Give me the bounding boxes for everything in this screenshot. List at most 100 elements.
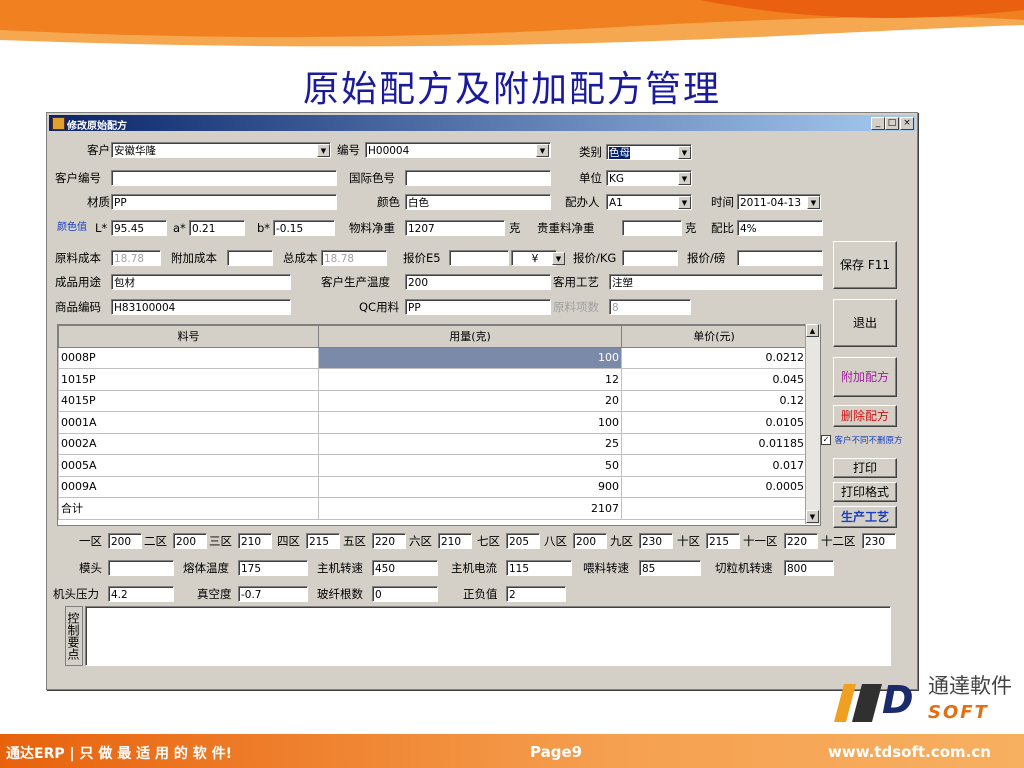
vacuum-field[interactable]: -0.7 (238, 586, 308, 602)
zone-field[interactable]: 230 (862, 533, 896, 549)
close-button[interactable]: × (900, 117, 914, 130)
feed-field[interactable]: 85 (639, 560, 701, 576)
b-field[interactable]: -0.15 (273, 220, 335, 236)
quote-lb-field[interactable] (737, 250, 823, 266)
currency-field[interactable]: ¥ (511, 250, 557, 266)
cell-amount[interactable]: 25 (318, 432, 622, 455)
cust-process-field[interactable]: 注塑 (609, 274, 823, 290)
usage-field[interactable]: 包材 (111, 274, 291, 290)
maximize-button[interactable]: □ (885, 117, 899, 130)
cell-price[interactable]: 0.045 (621, 368, 807, 391)
color-field[interactable]: 白色 (405, 194, 551, 210)
zone-field[interactable]: 200 (108, 533, 142, 549)
product-code-field[interactable]: H83100004 (111, 299, 291, 315)
table-row[interactable]: 0002A 25 0.01185 (58, 432, 807, 455)
col-header-item[interactable]: 料号 (58, 325, 319, 348)
total-cost-field[interactable]: 18.78 (321, 250, 387, 266)
cust-temp-field[interactable]: 200 (405, 274, 551, 290)
delete-formula-button[interactable]: 删除配方 (833, 405, 897, 427)
current-field[interactable]: 115 (506, 560, 572, 576)
cell-item[interactable]: 0009A (58, 475, 319, 498)
zone-field[interactable]: 220 (372, 533, 406, 549)
cell-item[interactable]: 0005A (58, 454, 319, 477)
table-row[interactable]: 0005A 50 0.017 (58, 454, 807, 477)
cell-price[interactable]: 0.0105 (621, 411, 807, 434)
process-button[interactable]: 生产工艺 (833, 506, 897, 528)
material-field[interactable]: PP (111, 194, 337, 210)
footer-url[interactable]: www.tdsoft.com.cn (828, 743, 991, 761)
l-field[interactable]: 95.45 (111, 220, 167, 236)
cell-item[interactable]: 0008P (58, 346, 319, 369)
col-header-price[interactable]: 单价(元) (621, 325, 807, 348)
unit-dropdown-icon[interactable]: ▼ (678, 172, 691, 185)
zone-field[interactable]: 210 (238, 533, 272, 549)
cell-amount[interactable]: 20 (318, 389, 622, 412)
table-row[interactable]: 0001A 100 0.0105 (58, 411, 807, 434)
cell-price[interactable]: 0.01185 (621, 432, 807, 455)
customer-no-field[interactable] (111, 170, 337, 186)
control-points-textarea[interactable] (85, 606, 891, 666)
cell-item[interactable]: 0002A (58, 432, 319, 455)
zone-field[interactable]: 215 (706, 533, 740, 549)
cell-item[interactable]: 1015P (58, 368, 319, 391)
cell-price[interactable]: 0.0212 (621, 346, 807, 369)
quote-field[interactable] (449, 250, 509, 266)
minimize-button[interactable]: _ (871, 117, 885, 130)
category-dropdown-icon[interactable]: ▼ (678, 146, 691, 159)
zone-field[interactable]: 210 (438, 533, 472, 549)
table-row[interactable]: 1015P 12 0.045 (58, 368, 807, 391)
zone-field[interactable]: 220 (784, 533, 818, 549)
extra-cost-field[interactable] (227, 250, 273, 266)
table-row[interactable]: 0008P 100 0.0212 (58, 346, 807, 369)
keep-checkbox[interactable]: ✓ 客户不同不删原方 (821, 433, 903, 446)
customer-field[interactable]: 安徽华隆 (111, 142, 331, 158)
scroll-up-icon[interactable]: ▲ (806, 324, 819, 337)
zone-field[interactable]: 215 (306, 533, 340, 549)
code-dropdown-icon[interactable]: ▼ (536, 144, 549, 157)
print-format-button[interactable]: 打印格式 (833, 482, 897, 502)
zone-field[interactable]: 205 (506, 533, 540, 549)
cell-amount[interactable]: 50 (318, 454, 622, 477)
precious-field[interactable] (622, 220, 682, 236)
print-button[interactable]: 打印 (833, 458, 897, 478)
scroll-down-icon[interactable]: ▼ (806, 510, 819, 523)
cell-price[interactable]: 0.0005 (621, 475, 807, 498)
raw-items-field[interactable]: 8 (609, 299, 691, 315)
cell-price[interactable]: 0.017 (621, 454, 807, 477)
rpm-field[interactable]: 450 (372, 560, 438, 576)
a-field[interactable]: 0.21 (189, 220, 245, 236)
fiber-field[interactable]: 0 (372, 586, 438, 602)
col-header-amount[interactable]: 用量(克) (318, 325, 622, 348)
raw-cost-field[interactable]: 18.78 (111, 250, 161, 266)
quote-kg-field[interactable] (622, 250, 678, 266)
zone-field[interactable]: 200 (573, 533, 607, 549)
cell-amount[interactable]: 12 (318, 368, 622, 391)
cell-amount[interactable]: 900 (318, 475, 622, 498)
head-field[interactable] (108, 560, 174, 576)
ratio-field[interactable]: 4% (737, 220, 823, 236)
melt-temp-field[interactable]: 175 (238, 560, 308, 576)
save-button[interactable]: 保存 F11 (833, 241, 897, 289)
pressure-field[interactable]: 4.2 (108, 586, 174, 602)
zone-field[interactable]: 200 (173, 533, 207, 549)
add-formula-button[interactable]: 附加配方 (833, 357, 897, 397)
customer-dropdown-icon[interactable]: ▼ (317, 144, 330, 157)
zone-field[interactable]: 230 (639, 533, 673, 549)
cell-amount[interactable]: 100 (318, 346, 622, 369)
exit-button[interactable]: 退出 (833, 299, 897, 347)
time-dropdown-icon[interactable]: ▼ (807, 196, 820, 209)
intl-color-field[interactable] (405, 170, 551, 186)
table-row[interactable]: 4015P 20 0.12 (58, 389, 807, 412)
qc-field[interactable]: PP (405, 299, 551, 315)
net-weight-field[interactable]: 1207 (405, 220, 505, 236)
formulator-dropdown-icon[interactable]: ▼ (678, 196, 691, 209)
cell-price[interactable]: 0.12 (621, 389, 807, 412)
code-field[interactable]: H00004 (365, 142, 551, 158)
checkbox-check-icon[interactable]: ✓ (821, 435, 831, 445)
tolerance-field[interactable]: 2 (506, 586, 566, 602)
table-scrollbar[interactable]: ▲ ▼ (805, 324, 820, 524)
table-row[interactable]: 0009A 900 0.0005 (58, 475, 807, 498)
cell-item[interactable]: 4015P (58, 389, 319, 412)
cell-item[interactable]: 0001A (58, 411, 319, 434)
cutter-field[interactable]: 800 (784, 560, 834, 576)
